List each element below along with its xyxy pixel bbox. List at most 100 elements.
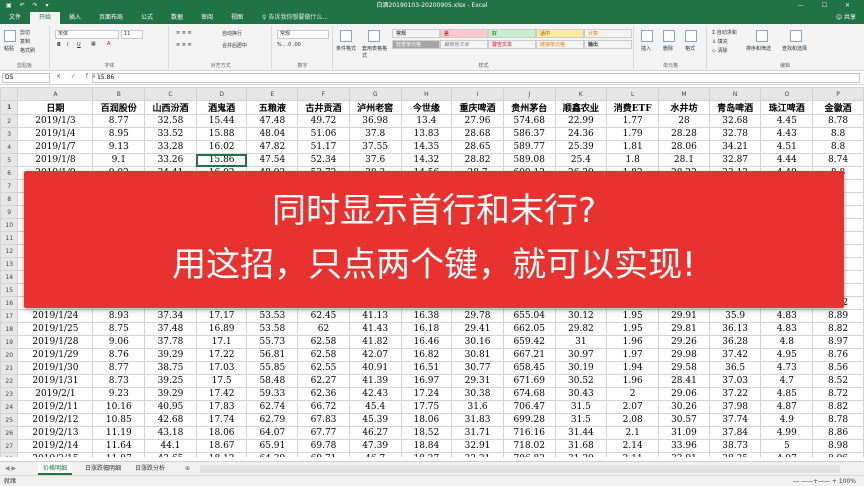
tab-data[interactable]: 数据 bbox=[162, 12, 192, 24]
cell[interactable]: 10.16 bbox=[92, 400, 146, 414]
cell[interactable]: 17.83 bbox=[195, 400, 248, 414]
cell[interactable]: 16.51 bbox=[400, 361, 453, 375]
merge-center-button[interactable]: 合并后居中 bbox=[222, 42, 247, 49]
cell[interactable]: 2019/2/11 bbox=[17, 400, 94, 414]
row-header[interactable]: 12 bbox=[0, 244, 19, 258]
cell[interactable]: 11.97 bbox=[92, 452, 146, 457]
cell[interactable]: 37.6 bbox=[348, 153, 402, 167]
column-title-cell[interactable]: 日期 bbox=[17, 100, 94, 115]
cell[interactable]: 2019/1/4 bbox=[17, 127, 94, 141]
tab-review[interactable]: 审阅 bbox=[192, 12, 222, 24]
cell[interactable]: 37.84 bbox=[708, 426, 762, 440]
cell[interactable]: 4.83 bbox=[760, 309, 814, 323]
cell[interactable]: 586.37 bbox=[502, 127, 556, 141]
cell[interactable]: 31.6 bbox=[451, 400, 504, 414]
cell[interactable]: 62 bbox=[297, 322, 350, 336]
cell[interactable]: 4.99 bbox=[760, 426, 814, 440]
cell[interactable]: 30.43 bbox=[554, 387, 608, 401]
cell[interactable]: 52.34 bbox=[297, 153, 350, 167]
cell[interactable]: 2019/2/15 bbox=[17, 452, 94, 457]
align-left-icon[interactable]: ≡ ≡ ≡ bbox=[176, 42, 192, 48]
cell[interactable]: 16.38 bbox=[400, 309, 453, 323]
cell[interactable]: 32.68 bbox=[708, 114, 762, 128]
formula-input[interactable]: 15.86 bbox=[92, 73, 860, 83]
row-header[interactable]: 21 bbox=[0, 361, 19, 375]
format-cells-button[interactable]: 格式 bbox=[685, 45, 695, 52]
cell[interactable]: 10.85 bbox=[92, 413, 146, 427]
row-header[interactable]: 25 bbox=[0, 413, 19, 427]
cell[interactable]: 18.52 bbox=[400, 426, 453, 440]
cell[interactable]: 30.38 bbox=[451, 387, 504, 401]
underline-button[interactable]: U bbox=[77, 42, 81, 48]
cell[interactable]: 4.95 bbox=[760, 348, 814, 362]
cell[interactable]: 28.65 bbox=[451, 140, 504, 154]
cell[interactable]: 2019/1/29 bbox=[17, 348, 94, 362]
cell[interactable]: 43.65 bbox=[144, 452, 197, 457]
cell[interactable]: 1.96 bbox=[606, 374, 660, 388]
column-title-cell[interactable]: 珠江啤酒 bbox=[760, 100, 814, 115]
row-header[interactable]: 27 bbox=[0, 439, 19, 453]
select-all-corner[interactable] bbox=[0, 87, 19, 101]
cell[interactable]: 36.28 bbox=[708, 335, 762, 349]
cell[interactable]: 30.12 bbox=[554, 309, 608, 323]
cell[interactable]: 51.06 bbox=[297, 127, 350, 141]
zoom-slider[interactable]: — ——+—— + 100% bbox=[793, 476, 856, 486]
cell[interactable]: 1.94 bbox=[606, 361, 660, 375]
percent-icon[interactable]: % , .0 .00 bbox=[277, 42, 301, 48]
column-title-cell[interactable]: 今世缘 bbox=[400, 100, 453, 115]
cell[interactable]: 62.36 bbox=[297, 387, 350, 401]
cell[interactable]: 8.96 bbox=[812, 452, 864, 457]
column-title-cell[interactable]: 古井贡酒 bbox=[297, 100, 350, 115]
column-header-c[interactable]: C bbox=[144, 87, 197, 101]
cell[interactable]: 18.27 bbox=[400, 452, 453, 457]
cell[interactable]: 62.45 bbox=[297, 309, 350, 323]
row-header[interactable]: 15 bbox=[0, 283, 19, 297]
cell[interactable]: 62.58 bbox=[297, 348, 350, 362]
cell[interactable]: 32.21 bbox=[451, 452, 504, 457]
cell[interactable]: 31.68 bbox=[554, 439, 608, 453]
cell[interactable]: 4.87 bbox=[760, 400, 814, 414]
cell[interactable]: 17.17 bbox=[195, 309, 248, 323]
row-header[interactable]: 20 bbox=[0, 348, 19, 362]
cell[interactable]: 38.35 bbox=[708, 452, 762, 457]
cell[interactable]: 62.55 bbox=[297, 361, 350, 375]
cell[interactable]: 39.25 bbox=[144, 374, 197, 388]
row-header[interactable]: 1 bbox=[0, 100, 19, 115]
cell[interactable]: 22.99 bbox=[554, 114, 608, 128]
style-output[interactable]: 输出 bbox=[584, 40, 632, 49]
cell[interactable]: 36.13 bbox=[708, 322, 762, 336]
column-header-f[interactable]: F bbox=[297, 87, 350, 101]
sort-filter-button[interactable]: 排序和筛选 bbox=[746, 45, 771, 52]
cell[interactable]: 67.77 bbox=[297, 426, 350, 440]
cell[interactable]: 55.73 bbox=[246, 335, 299, 349]
cell[interactable]: 62.58 bbox=[297, 335, 350, 349]
row-header[interactable]: 6 bbox=[0, 166, 19, 180]
cell[interactable]: 67.83 bbox=[297, 413, 350, 427]
style-normal[interactable]: 常规 bbox=[392, 29, 440, 38]
cell[interactable]: 37.03 bbox=[708, 374, 762, 388]
row-header[interactable]: 9 bbox=[0, 205, 19, 219]
cell[interactable]: 655.04 bbox=[502, 309, 556, 323]
column-header-m[interactable]: M bbox=[658, 87, 710, 101]
cell[interactable]: 56.81 bbox=[246, 348, 299, 362]
cell[interactable]: 8.77 bbox=[92, 361, 146, 375]
column-title-cell[interactable]: 五粮液 bbox=[246, 100, 299, 115]
cell[interactable]: 8.98 bbox=[812, 439, 864, 453]
cell[interactable]: 30.26 bbox=[658, 400, 710, 414]
column-title-cell[interactable]: 酒鬼酒 bbox=[195, 100, 248, 115]
cell[interactable]: 8.97 bbox=[812, 335, 864, 349]
cell[interactable]: 5 bbox=[760, 439, 814, 453]
cell[interactable]: 658.45 bbox=[502, 361, 556, 375]
cell[interactable]: 37.22 bbox=[708, 387, 762, 401]
column-title-cell[interactable]: 山西汾酒 bbox=[144, 100, 197, 115]
sheet-nav-arrows[interactable]: ◀ ▶ bbox=[0, 462, 21, 475]
cell[interactable]: 1.8 bbox=[606, 153, 660, 167]
cell[interactable]: 4.85 bbox=[760, 387, 814, 401]
cell[interactable]: 37.78 bbox=[144, 335, 197, 349]
cell[interactable]: 9.06 bbox=[92, 335, 146, 349]
delete-cells-button[interactable]: 删除 bbox=[663, 45, 673, 52]
cell[interactable]: 2019/1/25 bbox=[17, 322, 94, 336]
cell[interactable]: 47.54 bbox=[246, 153, 299, 167]
style-good[interactable]: 好 bbox=[488, 29, 536, 38]
column-title-cell[interactable]: 顺鑫农业 bbox=[554, 100, 608, 115]
